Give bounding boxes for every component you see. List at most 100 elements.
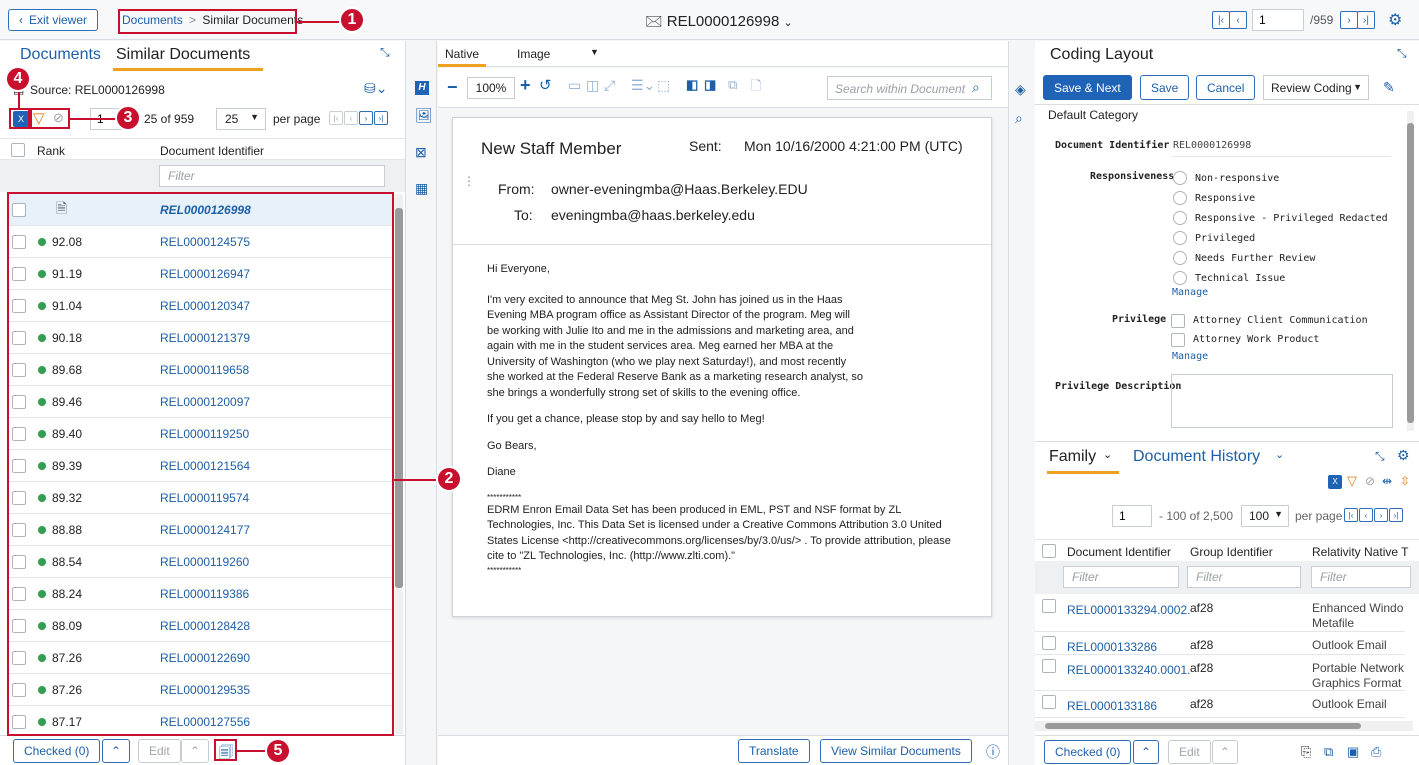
row-checkbox[interactable]	[12, 330, 26, 345]
row-checkbox[interactable]	[12, 362, 26, 377]
edit-expand-button[interactable]: ⌃	[181, 739, 209, 763]
fullscreen-icon[interactable]: ⤢	[604, 77, 615, 94]
family-doc-id-link[interactable]: REL0000133286	[1067, 640, 1157, 654]
left-first-icon[interactable]: |‹	[329, 111, 343, 125]
checked-expand-button[interactable]: ⌃	[102, 739, 130, 763]
tab-image[interactable]: Image	[517, 47, 550, 61]
family-caret-icon[interactable]: ⌄	[1103, 448, 1112, 461]
family-excel-icon[interactable]: X	[1328, 475, 1342, 489]
privilege-option[interactable]: Attorney Client Communication	[1171, 311, 1368, 330]
document-id-link[interactable]: REL0000121564	[160, 459, 250, 473]
row-checkbox[interactable]	[12, 426, 26, 441]
rotate-icon[interactable]: ↺	[539, 76, 552, 94]
next-page-icon[interactable]: ›	[1340, 11, 1358, 29]
pdf-icon[interactable]: 🗋	[751, 77, 761, 99]
family-last-icon[interactable]: ›|	[1389, 508, 1403, 522]
document-id-link[interactable]: REL0000128428	[160, 619, 250, 633]
document-id-link[interactable]: REL0000119260	[160, 555, 249, 569]
family-pager-input[interactable]	[1112, 505, 1152, 527]
left-last-icon[interactable]: ›|	[374, 111, 388, 125]
layers-icon[interactable]: ◈	[1015, 81, 1026, 98]
first-page-icon[interactable]: |‹	[1212, 11, 1230, 29]
prev-page-icon[interactable]: ‹	[1229, 11, 1247, 29]
row-checkbox[interactable]	[12, 522, 26, 537]
translate-button[interactable]: Translate	[738, 739, 810, 763]
family-col-docid[interactable]: Document Identifier	[1067, 545, 1171, 559]
layout-icon[interactable]: ☰⌄	[631, 77, 655, 94]
row-checkbox[interactable]	[12, 234, 26, 249]
filter-icon[interactable]: ▽	[33, 109, 45, 127]
search-input[interactable]: Search within Document ⌕	[827, 76, 992, 100]
family-prev-icon[interactable]: ‹	[1359, 508, 1373, 522]
search-icon[interactable]: ⌕	[972, 79, 980, 96]
family-collapse-icon[interactable]: ⤡	[1375, 449, 1385, 464]
radio-button[interactable]	[1173, 251, 1187, 265]
family-table-row[interactable]: REL0000133286 af28 Outlook Email	[1035, 632, 1405, 655]
family-table-row[interactable]: REL0000133240.0001. af28 Portable Network G…	[1035, 655, 1405, 691]
export-excel-icon[interactable]: X	[13, 111, 29, 127]
row-checkbox[interactable]	[1042, 695, 1056, 709]
row-checkbox[interactable]	[12, 554, 26, 569]
more-vertical-icon[interactable]: ⋮	[463, 174, 475, 188]
radio-button[interactable]	[1173, 271, 1187, 285]
edit-pencil-icon[interactable]: ✎	[1383, 79, 1395, 96]
tab-similar-documents[interactable]: Similar Documents	[116, 46, 250, 64]
row-checkbox[interactable]	[12, 298, 26, 313]
responsiveness-option[interactable]: Privileged	[1173, 228, 1388, 248]
family-edit-expand-button[interactable]: ⌃	[1212, 740, 1238, 764]
table-row[interactable]: 91.19 REL0000126947	[9, 258, 393, 290]
privilege-manage-link[interactable]: Manage	[1172, 351, 1208, 362]
row-checkbox[interactable]	[12, 650, 26, 665]
table-row[interactable]: 89.32 REL0000119574	[9, 482, 393, 514]
highlight-icon[interactable]: H	[415, 81, 429, 95]
clear-filter-icon[interactable]: ⊘	[53, 110, 64, 126]
coding-collapse-icon[interactable]: ⤡	[1397, 46, 1407, 61]
hit-next-icon[interactable]: ◨	[704, 77, 716, 93]
zoom-out-icon[interactable]: −	[447, 77, 458, 98]
table-row[interactable]: 88.54 REL0000119260	[9, 546, 393, 578]
row-checkbox[interactable]	[12, 682, 26, 697]
row-checkbox[interactable]	[12, 714, 26, 729]
table-row[interactable]: 91.04 REL0000120347	[9, 290, 393, 322]
viewer-tab-caret-icon[interactable]: ▼	[590, 47, 599, 57]
document-id-link[interactable]: REL0000126947	[160, 267, 250, 281]
responsiveness-option[interactable]: Non-responsive	[1173, 168, 1388, 188]
table-row[interactable]: 87.17 REL0000127556	[9, 706, 393, 738]
document-id-link[interactable]: REL0000119658	[160, 363, 249, 377]
document-id-link[interactable]: REL0000129535	[160, 683, 250, 697]
family-filter-native[interactable]: Filter	[1311, 566, 1411, 588]
col-document-identifier[interactable]: Document Identifier	[160, 144, 264, 158]
row-checkbox[interactable]	[1042, 636, 1056, 650]
gear-icon[interactable]: ⚙	[1388, 10, 1402, 30]
col-rank[interactable]: Rank	[37, 144, 65, 158]
document-id-link[interactable]: REL0000124575	[160, 235, 250, 249]
checkbox[interactable]	[1171, 332, 1185, 347]
cancel-button[interactable]: Cancel	[1196, 75, 1256, 100]
table-row[interactable]: 88.88 REL0000124177	[9, 514, 393, 546]
table-row[interactable]: 89.46 REL0000120097	[9, 386, 393, 418]
copy-icon[interactable]: ⧉	[728, 77, 737, 93]
family-per-page-select[interactable]: 100 ▼	[1241, 505, 1289, 527]
view-similar-documents-button[interactable]: View Similar Documents	[820, 739, 972, 763]
family-gear-icon[interactable]: ⚙	[1397, 447, 1410, 464]
radio-button[interactable]	[1173, 211, 1187, 225]
document-id-link[interactable]: REL0000120347	[160, 299, 250, 313]
mass-image-icon[interactable]: ▣	[1347, 744, 1359, 760]
table-row[interactable]: 87.26 REL0000122690	[9, 642, 393, 674]
source-row-id[interactable]: REL0000126998	[160, 203, 251, 217]
redact-icon[interactable]: ⊠	[415, 144, 427, 161]
family-filter-icon[interactable]: ▽	[1347, 473, 1357, 489]
family-clear-filter-icon[interactable]: ⊘	[1365, 474, 1375, 488]
fit-height-icon[interactable]: ▭	[568, 77, 581, 94]
family-doc-id-link[interactable]: REL0000133294.0002.	[1067, 603, 1190, 617]
table-row[interactable]: 89.68 REL0000119658	[9, 354, 393, 386]
document-id-link[interactable]: REL0000120097	[160, 395, 250, 409]
left-next-icon[interactable]: ›	[359, 111, 373, 125]
radio-button[interactable]	[1173, 191, 1187, 205]
radio-button[interactable]	[1173, 231, 1187, 245]
doc-id-filter[interactable]: Filter	[159, 165, 385, 187]
collapse-icon[interactable]: ⤡	[380, 45, 390, 60]
family-next-icon[interactable]: ›	[1374, 508, 1388, 522]
image-icon[interactable]: 🖼	[415, 107, 433, 124]
save-button[interactable]: Save	[1140, 75, 1190, 100]
